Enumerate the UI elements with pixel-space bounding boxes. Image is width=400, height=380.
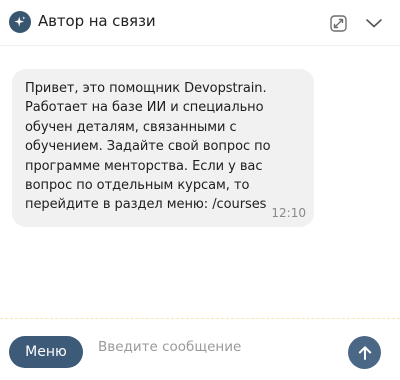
expand-icon: [330, 15, 347, 32]
message-time: 12:10: [271, 206, 306, 220]
collapse-button[interactable]: [364, 14, 384, 32]
chat-title: Автор на связи: [38, 12, 156, 30]
composer-divider: [0, 318, 400, 319]
chevron-down-icon: [366, 19, 382, 28]
menu-button[interactable]: Меню: [9, 336, 83, 368]
message-text: Привет, это помощник Devopstrain. Работа…: [25, 81, 271, 213]
arrow-up-icon: [358, 345, 371, 360]
assistant-avatar: [9, 11, 31, 33]
message-list[interactable]: Привет, это помощник Devopstrain. Работа…: [0, 46, 400, 318]
sparkle-icon: [14, 16, 26, 27]
send-button[interactable]: [348, 336, 381, 369]
message-input[interactable]: [98, 337, 334, 357]
expand-button[interactable]: [330, 15, 347, 32]
chat-header: Автор на связи: [0, 0, 400, 46]
assistant-message: Привет, это помощник Devopstrain. Работа…: [12, 69, 314, 227]
